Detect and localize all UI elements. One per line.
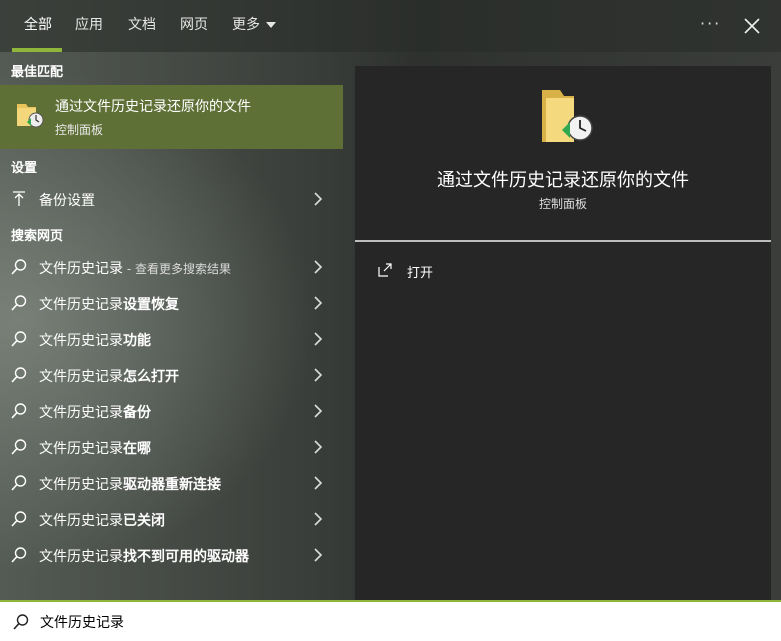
best-match-title: 通过文件历史记录还原你的文件 <box>55 99 251 115</box>
query-suggestion: 功能 <box>123 333 151 349</box>
search-input[interactable] <box>38 608 762 636</box>
search-icon <box>13 614 29 630</box>
preview-divider <box>355 240 771 242</box>
web-search-item-label: 文件历史记录在哪 <box>39 438 151 458</box>
search-icon <box>11 403 27 419</box>
search-scope-tabs: 全部 应用 文档 网页 更多 ··· <box>0 0 781 52</box>
chevron-right-icon[interactable] <box>312 295 324 311</box>
web-search-item[interactable]: 文件历史记录找不到可用的驱动器 <box>0 537 343 573</box>
more-dots-icon[interactable]: ··· <box>700 0 721 52</box>
query-prefix: 文件历史记录 <box>39 261 123 277</box>
preview-subtitle: 控制面板 <box>538 197 587 211</box>
query-prefix: 文件历史记录 <box>39 297 123 313</box>
query-prefix: 文件历史记录 <box>39 333 123 349</box>
query-prefix: 文件历史记录 <box>39 405 123 421</box>
preview-panel: 通过文件历史记录还原你的文件 控制面板 打开 <box>355 66 771 600</box>
settings-item-backup[interactable]: 备份设置 <box>0 181 343 217</box>
query-prefix: 文件历史记录 <box>39 477 123 493</box>
search-icon <box>11 367 27 383</box>
web-search-item[interactable]: 文件历史记录设置恢复 <box>0 285 343 321</box>
web-search-item-label: 文件历史记录设置恢复 <box>39 294 179 314</box>
chevron-right-icon[interactable] <box>312 367 324 383</box>
web-search-item-label: 文件历史记录功能 <box>39 330 151 350</box>
chevron-right-icon[interactable] <box>312 547 324 563</box>
chevron-right-icon[interactable] <box>312 191 324 207</box>
web-search-item-label: 文件历史记录已关闭 <box>39 510 165 530</box>
search-icon <box>11 547 27 563</box>
best-match-item[interactable] <box>0 85 343 149</box>
best-match-subtitle: 控制面板 <box>55 123 104 137</box>
tab-all[interactable]: 全部 <box>24 0 52 52</box>
section-search-web: 搜索网页 <box>11 229 64 244</box>
web-search-item-label: 文件历史记录备份 <box>39 402 151 422</box>
tab-more[interactable]: 更多 <box>232 0 276 52</box>
query-suggestion: 设置恢复 <box>123 297 179 313</box>
query-prefix: 文件历史记录 <box>39 549 123 565</box>
tab-web[interactable]: 网页 <box>180 0 208 52</box>
active-tab-indicator <box>12 48 62 52</box>
search-bar <box>0 600 781 641</box>
chevron-right-icon[interactable] <box>312 259 324 275</box>
search-icon <box>11 511 27 527</box>
file-history-folder-large-icon <box>542 90 593 142</box>
web-search-item[interactable]: 文件历史记录怎么打开 <box>0 357 343 393</box>
query-suggestion: 驱动器重新连接 <box>123 477 221 493</box>
query-suggestion: 已关闭 <box>123 513 165 529</box>
backup-arrow-icon <box>13 191 25 206</box>
web-search-item-label: 文件历史记录驱动器重新连接 <box>39 474 221 494</box>
web-search-item[interactable]: 文件历史记录 - 查看更多搜索结果 <box>0 249 343 285</box>
query-suggestion: 怎么打开 <box>123 369 179 385</box>
open-action-label: 打开 <box>407 266 434 281</box>
file-history-folder-icon <box>17 104 44 128</box>
tab-more-label: 更多 <box>232 17 260 33</box>
search-icon <box>11 331 27 347</box>
web-search-item[interactable]: 文件历史记录备份 <box>0 393 343 429</box>
web-search-item[interactable]: 文件历史记录功能 <box>0 321 343 357</box>
open-external-icon <box>378 263 392 277</box>
search-icon <box>11 475 27 491</box>
search-icon <box>11 439 27 455</box>
tab-apps[interactable]: 应用 <box>75 0 103 52</box>
preview-title: 通过文件历史记录还原你的文件 <box>437 170 689 191</box>
chevron-down-icon <box>266 22 276 28</box>
chevron-right-icon[interactable] <box>312 439 324 455</box>
query-prefix: 文件历史记录 <box>39 369 123 385</box>
chevron-right-icon[interactable] <box>312 511 324 527</box>
search-icon <box>11 259 27 275</box>
web-search-item[interactable]: 文件历史记录在哪 <box>0 429 343 465</box>
section-best-match: 最佳匹配 <box>11 65 64 80</box>
chevron-right-icon[interactable] <box>312 475 324 491</box>
web-search-item[interactable]: 文件历史记录已关闭 <box>0 501 343 537</box>
query-suggestion: 找不到可用的驱动器 <box>123 549 249 565</box>
chevron-right-icon[interactable] <box>312 403 324 419</box>
query-prefix: 文件历史记录 <box>39 513 123 529</box>
query-suggestion: 备份 <box>123 405 151 421</box>
chevron-right-icon[interactable] <box>312 331 324 347</box>
web-search-item-label: 文件历史记录怎么打开 <box>39 366 179 386</box>
web-search-item-label: 文件历史记录 - 查看更多搜索结果 <box>39 258 231 278</box>
web-search-item[interactable]: 文件历史记录驱动器重新连接 <box>0 465 343 501</box>
query-prefix: 文件历史记录 <box>39 441 123 457</box>
settings-item-label: 备份设置 <box>39 193 95 209</box>
tab-documents[interactable]: 文档 <box>128 0 156 52</box>
close-icon[interactable] <box>740 14 764 38</box>
query-suggestion: 在哪 <box>123 441 151 457</box>
search-icon <box>11 295 27 311</box>
query-hint: - 查看更多搜索结果 <box>123 262 231 276</box>
web-search-item-label: 文件历史记录找不到可用的驱动器 <box>39 546 249 566</box>
section-settings: 设置 <box>11 161 38 176</box>
